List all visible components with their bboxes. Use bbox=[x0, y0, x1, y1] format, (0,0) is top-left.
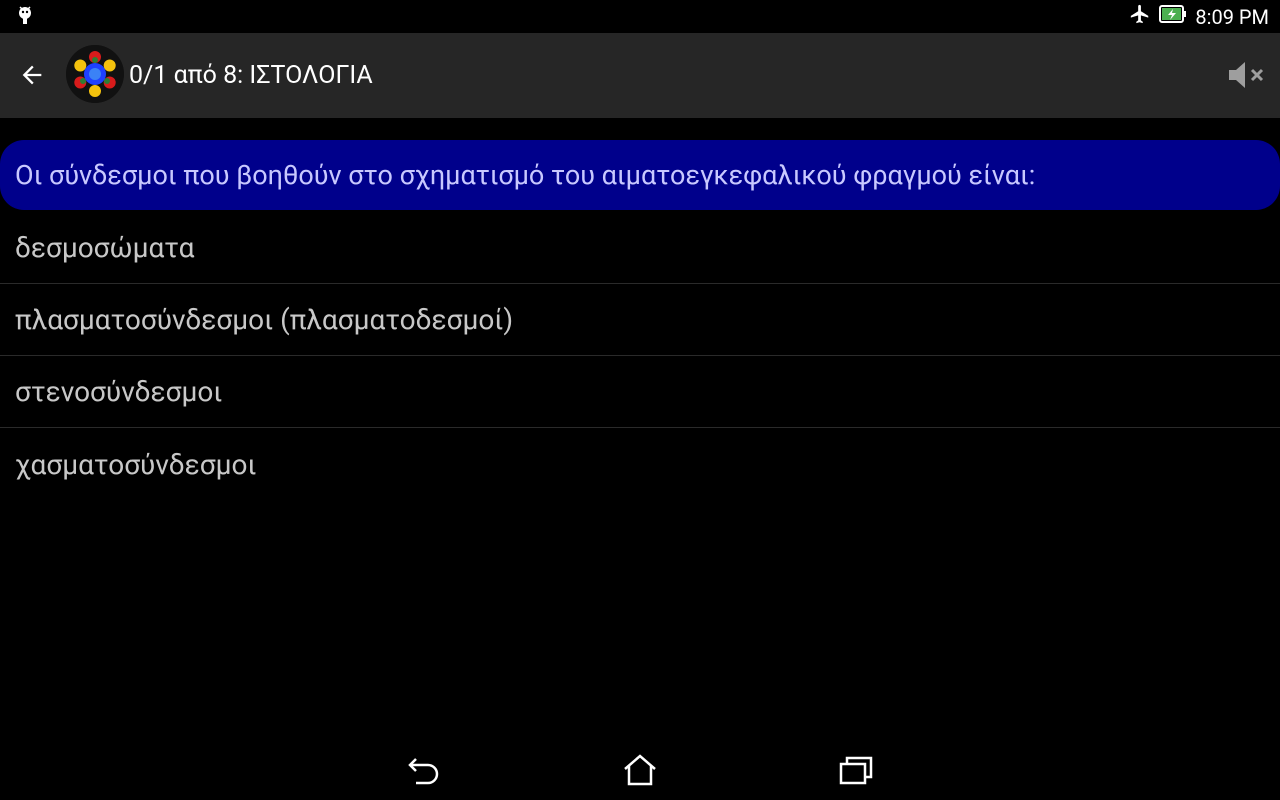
question-box: Οι σύνδεσμοι που βοηθούν στο σχηματισμό … bbox=[0, 140, 1280, 210]
back-button[interactable] bbox=[16, 59, 48, 91]
answer-label: δεσμοσώματα bbox=[15, 231, 195, 264]
arrow-back-icon bbox=[22, 65, 42, 85]
answer-option-4[interactable]: χασματοσύνδεσμοι bbox=[0, 428, 1280, 500]
answer-label: πλασματοσύνδεσμοι (πλασματοδεσμοί) bbox=[15, 303, 514, 336]
nav-home-button[interactable] bbox=[616, 746, 664, 794]
recents-icon bbox=[839, 756, 873, 785]
answer-label: χασματοσύνδεσμοι bbox=[15, 447, 257, 481]
nav-recents-button[interactable] bbox=[832, 746, 880, 794]
answer-label: στενοσύνδεσμοι bbox=[15, 375, 223, 408]
answer-option-3[interactable]: στενοσύνδεσμοι bbox=[0, 356, 1280, 428]
system-nav-bar bbox=[0, 726, 1280, 800]
status-bar: 8:09 PM bbox=[0, 0, 1280, 33]
mute-button[interactable] bbox=[1224, 57, 1268, 93]
answer-option-2[interactable]: πλασματοσύνδεσμοι (πλασματοδεσμοί) bbox=[0, 284, 1280, 356]
back-nav-icon bbox=[408, 758, 439, 785]
answer-option-1[interactable]: δεσμοσώματα bbox=[0, 212, 1280, 284]
airplane-icon bbox=[1129, 3, 1151, 30]
page-title: 0/1 από 8: ΙΣΤΟΛΟΓΙΑ bbox=[129, 61, 373, 90]
clock: 8:09 PM bbox=[1195, 4, 1269, 29]
app-logo-icon bbox=[66, 45, 124, 103]
battery-charging-icon bbox=[1159, 4, 1187, 29]
home-icon bbox=[624, 754, 656, 786]
android-debug-icon bbox=[14, 5, 36, 27]
answer-list: δεσμοσώματα πλασματοσύνδεσμοι (πλασματοδ… bbox=[0, 212, 1280, 500]
status-icons: 8:09 PM bbox=[1129, 0, 1269, 33]
volume-mute-icon bbox=[1229, 62, 1264, 88]
question-text: Οι σύνδεσμοι που βοηθούν στο σχηματισμό … bbox=[15, 159, 1036, 191]
app-bar: 0/1 από 8: ΙΣΤΟΛΟΓΙΑ bbox=[0, 33, 1280, 118]
nav-back-button[interactable] bbox=[400, 746, 448, 794]
